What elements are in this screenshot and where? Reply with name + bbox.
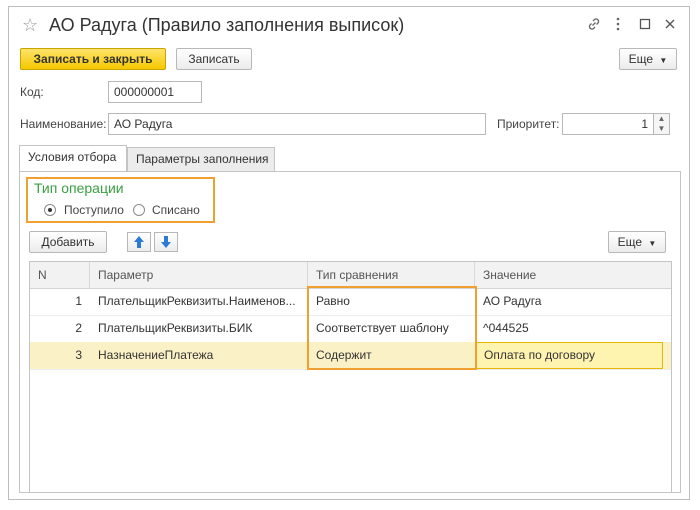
more-actions-label: Еще: [628, 52, 654, 66]
dropdown-arrow-icon: ▼: [648, 239, 657, 248]
row-parameter[interactable]: НазначениеПлатежа: [90, 342, 308, 369]
row-parameter[interactable]: ПлательщикРеквизиты.БИК: [90, 315, 308, 342]
row-parameter[interactable]: ПлательщикРеквизиты.Наименов...: [90, 288, 308, 315]
close-icon[interactable]: [664, 17, 676, 33]
save-and-close-button[interactable]: Записать и закрыть: [20, 48, 166, 70]
row-value-editor[interactable]: Оплата по договору: [475, 342, 663, 369]
radio-received[interactable]: [44, 204, 56, 216]
column-header-n[interactable]: N: [30, 262, 90, 288]
arrow-down-icon: [161, 236, 171, 248]
operation-type-title: Тип операции: [34, 180, 124, 196]
comparison-column-highlight: [307, 286, 477, 370]
radio-written-off[interactable]: [133, 204, 145, 216]
name-field[interactable]: АО Радуга: [108, 113, 486, 135]
stepper-up-icon[interactable]: ▲: [654, 114, 669, 124]
maximize-icon[interactable]: [639, 17, 651, 33]
dropdown-arrow-icon: ▼: [659, 56, 668, 65]
move-up-button[interactable]: [127, 232, 151, 252]
table-header: N Параметр Тип сравнения Значение: [30, 262, 671, 289]
row-number: 2: [75, 321, 82, 335]
code-field[interactable]: 000000001: [108, 81, 202, 103]
favorite-star-icon[interactable]: ☆: [22, 15, 38, 36]
add-row-button[interactable]: Добавить: [29, 231, 107, 253]
save-button[interactable]: Записать: [176, 48, 252, 70]
row-number: 1: [75, 294, 82, 308]
name-label: Наименование:: [20, 117, 107, 131]
priority-field[interactable]: 1: [562, 113, 654, 135]
grid-more-label: Еще: [617, 235, 643, 249]
more-icon[interactable]: [615, 17, 621, 34]
window-title: АО Радуга (Правило заполнения выписок): [49, 15, 405, 35]
row-value[interactable]: АО Радуга: [475, 288, 671, 315]
row-value[interactable]: ^044525: [475, 315, 671, 342]
code-label: Код:: [20, 85, 44, 99]
grid-more-button[interactable]: Еще ▼: [608, 231, 666, 253]
column-header-value[interactable]: Значение: [475, 262, 671, 288]
form-window: ☆ АО Радуга (Правило заполнения выписок)…: [8, 6, 690, 500]
row-number: 3: [75, 348, 82, 362]
stepper-down-icon[interactable]: ▼: [654, 124, 669, 134]
tab-fill-parameters[interactable]: Параметры заполнения: [127, 147, 275, 171]
priority-label: Приоритет:: [497, 117, 560, 131]
radio-written-off-label[interactable]: Списано: [152, 203, 200, 217]
link-icon[interactable]: [587, 17, 601, 34]
move-down-button[interactable]: [154, 232, 178, 252]
more-actions-button[interactable]: Еще ▼: [619, 48, 677, 70]
tab-filter-conditions[interactable]: Условия отбора: [19, 145, 127, 171]
arrow-up-icon: [134, 236, 144, 248]
radio-received-label[interactable]: Поступило: [64, 203, 124, 217]
priority-stepper[interactable]: ▲ ▼: [654, 113, 670, 135]
column-header-parameter[interactable]: Параметр: [90, 262, 308, 288]
column-header-comparison[interactable]: Тип сравнения: [308, 262, 475, 288]
